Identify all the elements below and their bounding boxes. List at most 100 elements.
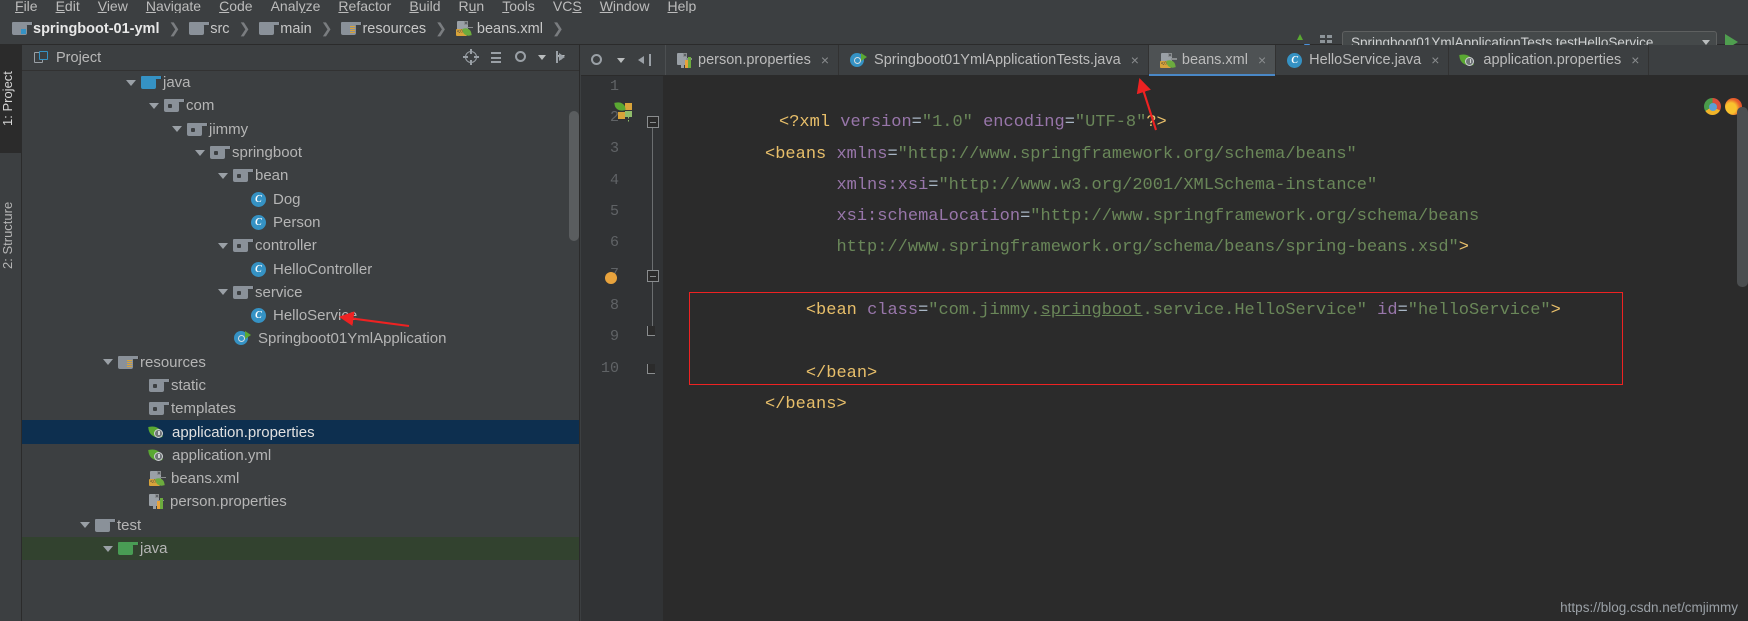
- tree-node-springboot-application[interactable]: Springboot01YmlApplication: [22, 327, 579, 350]
- fold-marker-beans-end[interactable]: [647, 364, 655, 374]
- close-icon[interactable]: ×: [1258, 52, 1266, 68]
- tree-node-helloservice[interactable]: C HelloService: [22, 304, 579, 327]
- tree-node-beans-xml[interactable]: </> beans.xml: [22, 467, 579, 490]
- menu-item-vcs[interactable]: VCS: [544, 0, 591, 13]
- tree-node-dog[interactable]: C Dog: [22, 187, 579, 210]
- breadcrumb-label: main: [280, 20, 312, 37]
- menu-item-code[interactable]: Code: [210, 0, 261, 13]
- tree-node-hellocontroller[interactable]: C HelloController: [22, 257, 579, 280]
- menu-item-analyze[interactable]: Analyze: [262, 0, 330, 13]
- breadcrumb-item-beansxml[interactable]: </> beans.xml: [454, 21, 545, 37]
- editor-vertical-scrollbar[interactable]: [1737, 107, 1748, 287]
- tree-node-bean[interactable]: bean: [22, 164, 579, 187]
- code-editor[interactable]: 1 2 3 4 5 6 7 8 9 10: [581, 76, 1748, 621]
- chevron-down-icon[interactable]: [1702, 39, 1710, 45]
- menu-item-help[interactable]: Help: [659, 0, 706, 13]
- java-class-icon: C: [1287, 52, 1303, 68]
- tab-beans-xml[interactable]: </> beans.xml ×: [1148, 45, 1277, 76]
- tree-node-springboot[interactable]: springboot: [22, 141, 579, 164]
- hide-panel-icon[interactable]: [637, 52, 653, 68]
- tree-node-person-properties[interactable]: person.properties: [22, 490, 579, 513]
- tree-node-java-main[interactable]: java: [22, 71, 579, 94]
- code-text[interactable]: <?xml version="1.0" encoding="UTF-8"?> <…: [663, 76, 1748, 621]
- fold-marker-beans[interactable]: [647, 116, 659, 128]
- project-tree-scrollbar[interactable]: [569, 111, 579, 241]
- gear-icon[interactable]: [513, 49, 529, 65]
- folder-icon: [259, 22, 281, 35]
- properties-file-icon: [149, 494, 164, 510]
- tree-node-label: com: [186, 97, 215, 115]
- tree-node-test[interactable]: test: [22, 514, 579, 537]
- target-icon[interactable]: [463, 49, 479, 65]
- tree-node-static[interactable]: static: [22, 374, 579, 397]
- tree-node-templates[interactable]: templates: [22, 397, 579, 420]
- editor-gutter[interactable]: 1 2 3 4 5 6 7 8 9 10: [581, 76, 663, 621]
- tree-node-resources[interactable]: resources: [22, 351, 579, 374]
- tab-helloservice-java[interactable]: C HelloService.java ×: [1276, 45, 1450, 75]
- gear-icon[interactable]: [589, 52, 605, 68]
- project-panel-toolbar: [463, 49, 571, 65]
- menu-item-refactor[interactable]: Refactor: [329, 0, 400, 13]
- tree-node-controller[interactable]: controller: [22, 234, 579, 257]
- menu-item-tools[interactable]: Tools: [493, 0, 544, 13]
- tree-node-service[interactable]: service: [22, 281, 579, 304]
- fold-marker-bean-end[interactable]: [647, 326, 655, 336]
- close-icon[interactable]: ×: [1431, 52, 1439, 68]
- rail-label-project: 1: Project: [0, 71, 15, 127]
- breadcrumb-separator: ❯: [238, 20, 251, 36]
- fold-marker-bean[interactable]: [647, 270, 659, 282]
- menu-item-build[interactable]: Build: [400, 0, 449, 13]
- package-icon: [233, 239, 254, 253]
- close-icon[interactable]: ×: [1631, 52, 1639, 68]
- menu-item-window[interactable]: Window: [591, 0, 659, 13]
- tab-application-properties[interactable]: application.properties ×: [1449, 45, 1650, 75]
- line-number: 2: [609, 109, 619, 126]
- tree-node-jimmy[interactable]: jimmy: [22, 118, 579, 141]
- breadcrumb-item-resources[interactable]: resources: [339, 21, 428, 37]
- breadcrumb-item-main[interactable]: main: [257, 21, 313, 37]
- tree-node-person[interactable]: C Person: [22, 211, 579, 234]
- folder-green-icon: [118, 542, 139, 556]
- editor-tab-strip: person.properties × Springboot01YmlAppli…: [581, 45, 1748, 76]
- package-icon: [164, 99, 185, 113]
- close-icon[interactable]: ×: [1131, 52, 1139, 68]
- tree-node-label: Person: [273, 213, 321, 231]
- chrome-browser-icon[interactable]: [1704, 98, 1721, 115]
- collapse-all-icon[interactable]: [488, 49, 504, 65]
- tree-node-application-yml[interactable]: application.yml: [22, 444, 579, 467]
- close-icon[interactable]: ×: [821, 52, 829, 68]
- line-number: 4: [609, 172, 619, 189]
- tree-node-application-properties[interactable]: application.properties: [22, 420, 579, 444]
- xml-spring-file-icon: </>: [1159, 52, 1177, 69]
- project-tree[interactable]: java com jimmy springboot bean C Dog C P…: [22, 71, 579, 621]
- sidebar-item-project[interactable]: 1: Project: [0, 45, 22, 153]
- line-number: 9: [609, 328, 619, 345]
- resources-folder-icon: [341, 22, 363, 35]
- sidebar-item-structure[interactable]: 2: Structure: [0, 170, 22, 300]
- properties-file-icon: [677, 52, 692, 68]
- menu-item-navigate[interactable]: Navigate: [137, 0, 210, 13]
- menu-item-edit[interactable]: Edit: [47, 0, 89, 13]
- springboot-app-icon: [234, 331, 251, 346]
- line-number: 10: [600, 360, 619, 377]
- fold-line: [652, 128, 653, 270]
- breadcrumb-label: springboot-01-yml: [33, 20, 160, 37]
- tree-node-java-test[interactable]: java: [22, 536, 579, 561]
- breadcrumb-item-project[interactable]: springboot-01-yml: [10, 21, 161, 37]
- tab-springboot-tests[interactable]: Springboot01YmlApplicationTests.java ×: [839, 45, 1149, 75]
- menu-item-run[interactable]: Run: [450, 0, 494, 13]
- tab-person-properties[interactable]: person.properties ×: [666, 45, 840, 75]
- chevron-down-icon[interactable]: [538, 54, 546, 60]
- tree-node-label: templates: [171, 400, 237, 418]
- menu-item-view[interactable]: View: [89, 0, 137, 13]
- breadcrumb-item-src[interactable]: src: [187, 21, 231, 37]
- tree-node-com[interactable]: com: [22, 94, 579, 117]
- hide-panel-icon[interactable]: [555, 49, 571, 65]
- editor-tab-toolbar: [581, 45, 666, 75]
- menu-item-file[interactable]: File: [6, 0, 47, 13]
- tree-node-label: service: [255, 283, 303, 301]
- chevron-down-icon[interactable]: [617, 57, 625, 63]
- intention-bulb-icon[interactable]: [605, 272, 617, 284]
